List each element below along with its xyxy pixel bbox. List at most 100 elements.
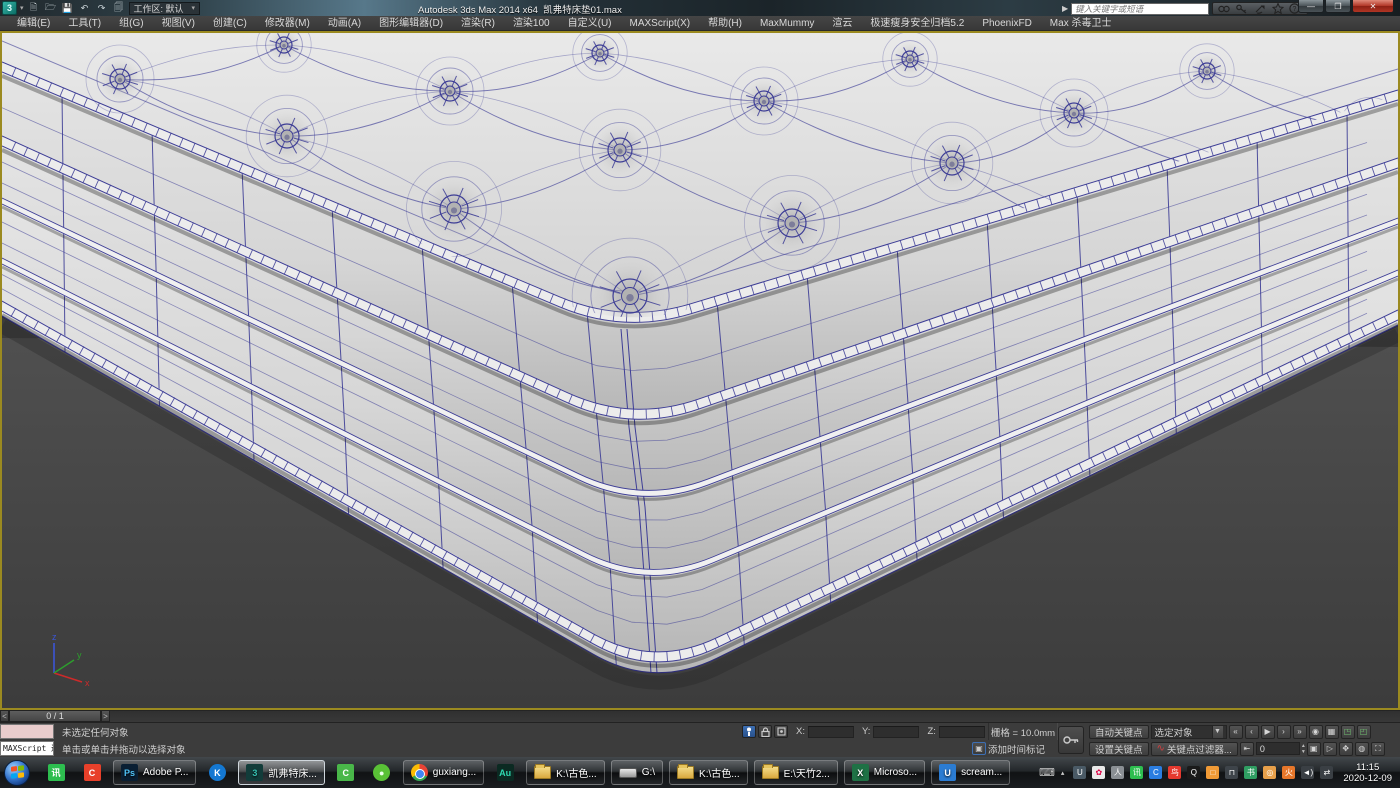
taskbar-button-photoshop[interactable]: PsAdobe P... bbox=[113, 760, 196, 785]
zoom-extents-all-icon[interactable]: ◰ bbox=[1357, 725, 1371, 739]
taskbar-icon-audition[interactable]: Au bbox=[492, 761, 518, 785]
current-frame-field[interactable] bbox=[1256, 742, 1300, 755]
tray-icon-volume[interactable]: ◄) bbox=[1301, 766, 1314, 779]
menu-item-11[interactable]: 自定义(U) bbox=[559, 16, 621, 31]
previous-frame-button[interactable]: < bbox=[0, 710, 9, 722]
selection-lock-toggle[interactable] bbox=[758, 725, 772, 738]
set-keys-big-button[interactable] bbox=[1058, 726, 1084, 754]
tray-icon-usb-device[interactable]: ⊓ bbox=[1225, 766, 1238, 779]
previous-frame-playback-button[interactable]: ‹ bbox=[1245, 725, 1259, 739]
track-bar[interactable] bbox=[110, 710, 1400, 722]
frame-spinner[interactable]: ▲▼ bbox=[1301, 743, 1306, 755]
taskbar-button-folder-3[interactable]: E:\天竹2... bbox=[754, 760, 838, 785]
menu-item-13[interactable]: 帮助(H) bbox=[699, 16, 751, 31]
menu-item-4[interactable]: 视图(V) bbox=[153, 16, 204, 31]
menu-item-16[interactable]: 极速瘦身安全归档5.2 bbox=[861, 16, 973, 31]
tray-icon-camera-app[interactable]: ◎ bbox=[1263, 766, 1276, 779]
go-to-start-button[interactable]: « bbox=[1229, 725, 1243, 739]
key-step-mode-button[interactable]: ⇤ bbox=[1240, 742, 1254, 756]
isolate-selection-toggle[interactable] bbox=[742, 725, 756, 738]
taskbar-icon-keyshot[interactable]: K bbox=[204, 761, 230, 785]
tray-icon-green-reader[interactable]: 书 bbox=[1244, 766, 1257, 779]
workspace-dropdown[interactable]: 工作区: 默认 ▾ bbox=[129, 2, 201, 15]
sign-in-key-icon[interactable] bbox=[1234, 3, 1250, 14]
taskbar-icon-red-c-app[interactable]: C bbox=[79, 761, 105, 785]
z-coordinate-field[interactable] bbox=[939, 726, 985, 738]
taskbar-icon-camtasia[interactable]: C bbox=[333, 761, 359, 785]
zoom-extents-selected-icon[interactable]: ◳ bbox=[1341, 725, 1355, 739]
show-hidden-icons-arrow[interactable]: ▴ bbox=[1061, 769, 1065, 777]
menu-item-15[interactable]: 渲云 bbox=[823, 16, 861, 31]
start-button[interactable] bbox=[4, 760, 30, 786]
tray-icon-firewall[interactable]: 火 bbox=[1282, 766, 1295, 779]
y-coordinate-field[interactable] bbox=[873, 726, 919, 738]
field-of-view-icon[interactable]: ▷ bbox=[1323, 742, 1337, 756]
taskbar-button-excel[interactable]: XMicroso... bbox=[844, 760, 925, 785]
taskbar-button-chrome-window[interactable]: guxiang... bbox=[403, 760, 484, 785]
transform-type-in-icon[interactable] bbox=[774, 725, 788, 738]
menu-item-10[interactable]: 渲染100 bbox=[504, 16, 559, 31]
minimize-button[interactable]: — bbox=[1298, 0, 1324, 13]
infocenter-search-input[interactable] bbox=[1071, 3, 1209, 15]
orbit-icon[interactable]: ◍ bbox=[1355, 742, 1369, 756]
time-tag-icon[interactable]: ▣ bbox=[972, 742, 986, 755]
menu-item-1[interactable]: 编辑(E) bbox=[8, 16, 59, 31]
taskbar-icon-wechat[interactable]: 讯 bbox=[43, 761, 69, 785]
tray-icon-pc-manager[interactable]: C bbox=[1149, 766, 1162, 779]
tray-icon-pdf-person[interactable]: 人 bbox=[1111, 766, 1124, 779]
save-file-button[interactable]: 💾 bbox=[61, 2, 75, 15]
redo-button[interactable]: ↷ bbox=[95, 2, 109, 15]
go-to-end-button[interactable]: » bbox=[1293, 725, 1307, 739]
next-frame-button[interactable]: > bbox=[101, 710, 110, 722]
restore-button[interactable]: ❐ bbox=[1325, 0, 1351, 13]
dope-sheet-icon[interactable]: ▦ bbox=[1325, 725, 1339, 739]
isolate-viewport-icon[interactable]: ▣ bbox=[1307, 742, 1321, 756]
favorites-star-icon[interactable] bbox=[1270, 3, 1286, 14]
tray-icon-orange-window[interactable]: □ bbox=[1206, 766, 1219, 779]
tray-icon-wechat-tray[interactable]: 讯 bbox=[1130, 766, 1143, 779]
menu-item-8[interactable]: 图形编辑器(D) bbox=[370, 16, 452, 31]
keyboard-layout-icon[interactable]: ⌨ bbox=[1039, 766, 1055, 779]
taskbar-button-3dsmax-doc[interactable]: 3凯弗特床... bbox=[238, 760, 324, 785]
key-mode-toggle[interactable]: ◉ bbox=[1309, 725, 1323, 739]
taskbar-button-folder-2[interactable]: K:\古色... bbox=[669, 760, 748, 785]
close-button[interactable]: ✕ bbox=[1352, 0, 1394, 13]
menu-item-14[interactable]: MaxMummy bbox=[751, 16, 823, 31]
pan-hand-icon[interactable]: ✥ bbox=[1339, 742, 1353, 756]
menu-item-7[interactable]: 动画(A) bbox=[319, 16, 370, 31]
communication-center-icon[interactable] bbox=[1252, 3, 1268, 14]
taskbar-icon-green-browser[interactable]: ● bbox=[369, 761, 395, 785]
menu-item-9[interactable]: 渲染(R) bbox=[452, 16, 504, 31]
set-key-button[interactable]: 设置关键点 bbox=[1089, 742, 1149, 756]
max-application-menu-button[interactable]: 3 bbox=[2, 1, 17, 15]
time-slider-handle[interactable]: 0 / 1 bbox=[9, 710, 101, 722]
tray-icon-color-wheel[interactable]: ✿ bbox=[1092, 766, 1105, 779]
key-filters-button[interactable]: ∿ 关键点过滤器... bbox=[1151, 742, 1238, 756]
tray-icon-qq-penguin[interactable]: Q bbox=[1187, 766, 1200, 779]
next-frame-playback-button[interactable]: › bbox=[1277, 725, 1291, 739]
taskbar-button-screaming-app[interactable]: Uscream... bbox=[931, 760, 1010, 785]
menu-item-12[interactable]: MAXScript(X) bbox=[621, 16, 700, 31]
menu-item-18[interactable]: Max 杀毒卫士 bbox=[1041, 16, 1121, 31]
taskbar-button-drive-g[interactable]: G:\ bbox=[611, 760, 663, 785]
menu-item-2[interactable]: 工具(T) bbox=[59, 16, 110, 31]
tray-icon-sync-arrows[interactable]: ⇄ bbox=[1320, 766, 1333, 779]
auto-key-button[interactable]: 自动关键点 bbox=[1089, 725, 1149, 739]
undo-button[interactable]: ↶ bbox=[78, 2, 92, 15]
menu-item-5[interactable]: 创建(C) bbox=[204, 16, 256, 31]
maximize-viewport-toggle[interactable]: ⛶ bbox=[1371, 742, 1385, 756]
menu-item-17[interactable]: PhoenixFD bbox=[973, 16, 1040, 31]
infocenter-collapse-icon[interactable]: ▶ bbox=[1062, 4, 1068, 13]
tray-icon-u-shield[interactable]: U bbox=[1073, 766, 1086, 779]
new-file-button[interactable]: 🗎 bbox=[27, 2, 41, 15]
open-file-button[interactable]: 🗁 bbox=[44, 2, 58, 15]
project-folder-button[interactable]: 🗐 bbox=[112, 2, 126, 15]
x-coordinate-field[interactable] bbox=[808, 726, 854, 738]
search-icon[interactable] bbox=[1216, 3, 1232, 14]
play-button[interactable]: ▶ bbox=[1261, 725, 1275, 739]
taskbar-clock[interactable]: 11:15 2020-12-09 bbox=[1343, 762, 1392, 784]
tray-icon-qq-red[interactable]: 鸟 bbox=[1168, 766, 1181, 779]
perspective-viewport[interactable]: zxy bbox=[0, 31, 1400, 710]
taskbar-button-folder-1[interactable]: K:\古色... bbox=[526, 760, 605, 785]
selection-set-dropdown[interactable]: 选定对象 ▼ bbox=[1151, 725, 1227, 739]
